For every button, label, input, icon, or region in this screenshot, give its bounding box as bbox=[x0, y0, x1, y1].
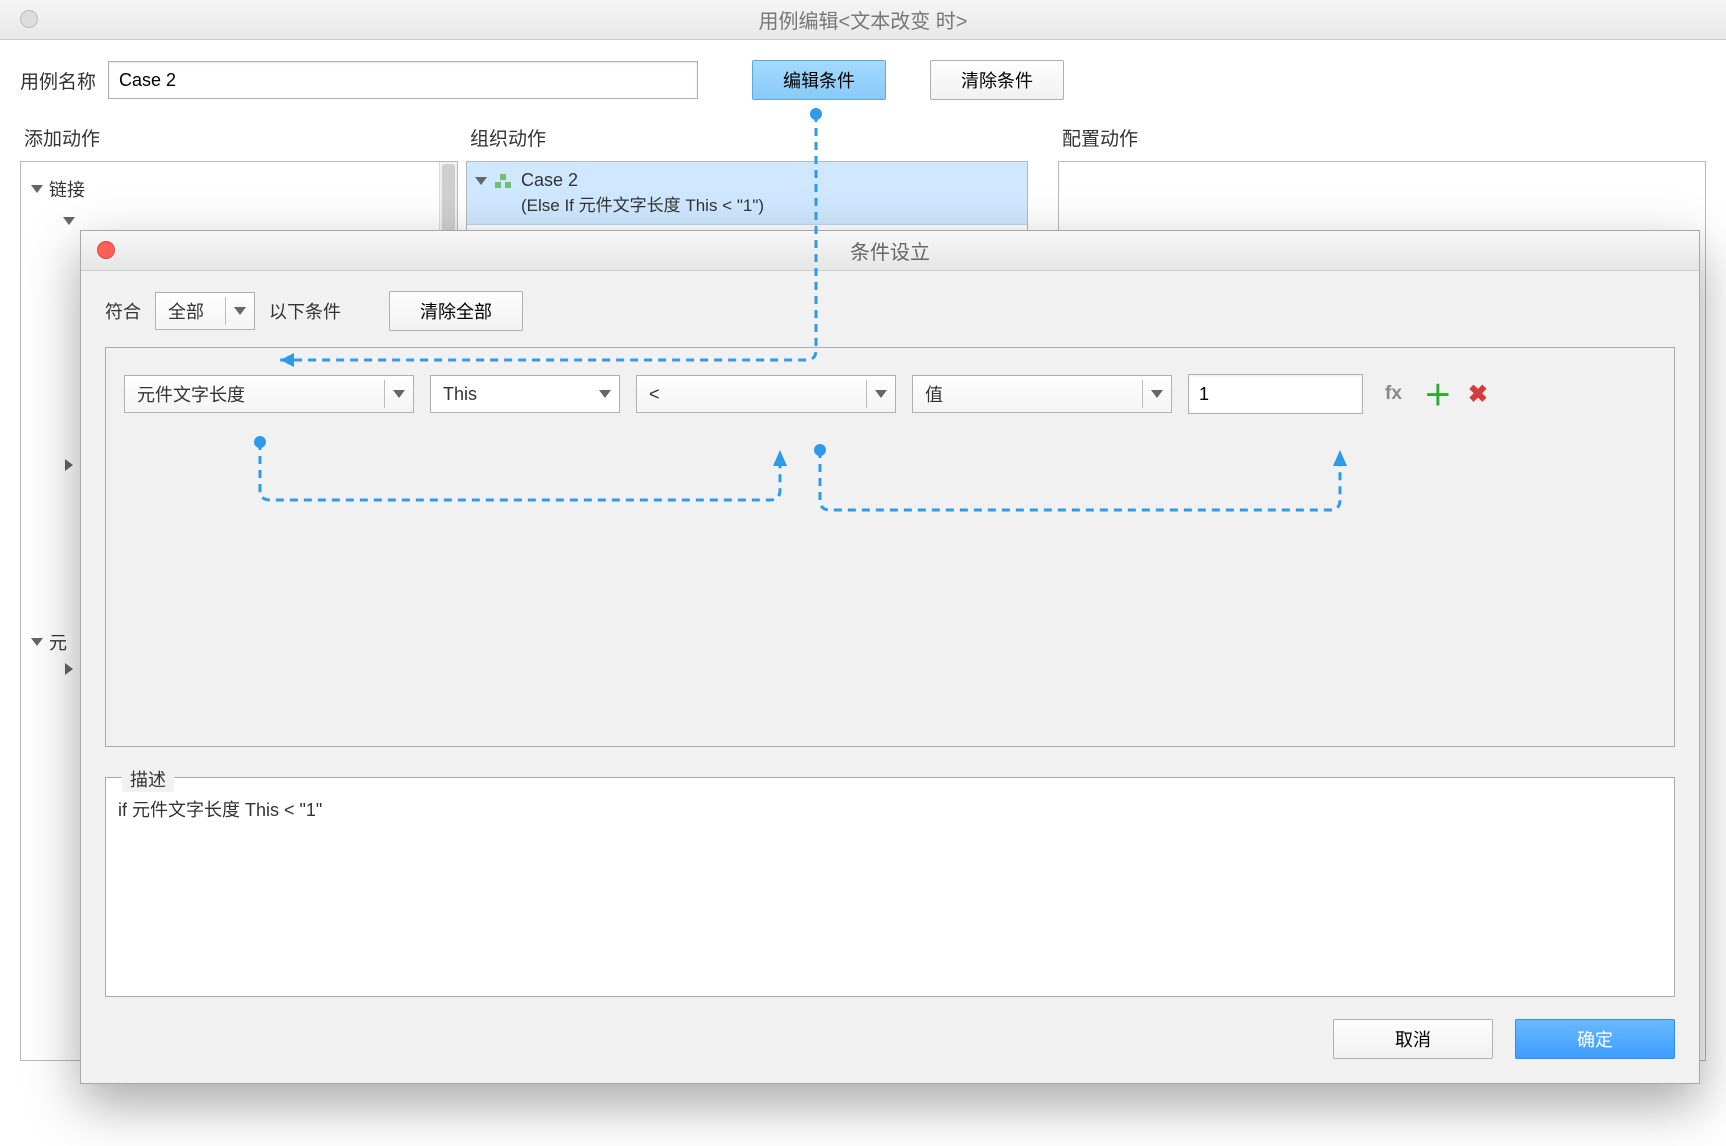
conditions-area: 元件文字长度 This < 值 fx ＋ ✖ bbox=[105, 347, 1675, 747]
chevron-down-icon bbox=[63, 217, 75, 225]
operator-value: < bbox=[649, 384, 660, 405]
match-dropdown[interactable]: 全部 bbox=[155, 292, 255, 330]
match-value: 全部 bbox=[168, 298, 204, 324]
chevron-down-icon bbox=[1151, 390, 1163, 398]
match-label: 符合 bbox=[105, 298, 141, 324]
case-editor-title: 用例编辑<文本改变 时> bbox=[759, 5, 968, 34]
delete-condition-icon[interactable]: ✖ bbox=[1468, 380, 1488, 409]
fx-button[interactable]: fx bbox=[1379, 383, 1408, 405]
rhs-type-dropdown[interactable]: 值 bbox=[912, 375, 1172, 413]
chevron-down-icon bbox=[599, 390, 611, 398]
chevron-down-icon bbox=[475, 177, 487, 185]
condition-title: 条件设立 bbox=[850, 236, 930, 265]
chevron-down-icon bbox=[234, 307, 246, 315]
add-action-title: 添加动作 bbox=[20, 124, 458, 151]
operator-dropdown[interactable]: < bbox=[636, 375, 896, 413]
rhs-value-input[interactable] bbox=[1188, 374, 1363, 414]
tree-label: 链接 bbox=[49, 176, 85, 202]
clear-condition-button[interactable]: 清除条件 bbox=[930, 60, 1064, 100]
case-name-label: 用例名称 bbox=[20, 67, 96, 94]
description-box: 描述 if 元件文字长度 This < "1" bbox=[105, 777, 1675, 997]
tree-label: 元 bbox=[49, 629, 67, 655]
chevron-down-icon bbox=[31, 638, 43, 646]
condition-type-dropdown[interactable]: 元件文字长度 bbox=[124, 375, 414, 413]
target-dropdown[interactable]: This bbox=[430, 375, 620, 413]
rhs-type-value: 值 bbox=[925, 381, 943, 407]
condition-dialog: 条件设立 符合 全部 以下条件 清除全部 元件文字长度 This bbox=[80, 230, 1700, 1084]
close-dot-icon[interactable] bbox=[20, 10, 38, 28]
description-legend: 描述 bbox=[122, 766, 174, 792]
condition-type-value: 元件文字长度 bbox=[137, 381, 245, 407]
condition-titlebar: 条件设立 bbox=[81, 231, 1699, 271]
case-node-subtext: (Else If 元件文字长度 This < "1") bbox=[477, 191, 1017, 216]
chevron-down-icon bbox=[393, 390, 405, 398]
case-node-name: Case 2 bbox=[521, 170, 578, 191]
tree-item-links[interactable]: 链接 bbox=[29, 172, 449, 206]
chevron-right-icon bbox=[65, 663, 73, 675]
chevron-right-icon bbox=[65, 459, 73, 471]
ok-button[interactable]: 确定 bbox=[1515, 1019, 1675, 1059]
add-condition-icon[interactable]: ＋ bbox=[1424, 374, 1452, 414]
case-node[interactable]: Case 2 (Else If 元件文字长度 This < "1") bbox=[467, 162, 1027, 225]
edit-condition-button[interactable]: 编辑条件 bbox=[752, 60, 886, 100]
chevron-down-icon bbox=[875, 390, 887, 398]
case-editor-titlebar: 用例编辑<文本改变 时> bbox=[0, 0, 1726, 40]
close-icon[interactable] bbox=[97, 241, 115, 259]
org-action-title: 组织动作 bbox=[466, 124, 1028, 151]
target-value: This bbox=[443, 384, 477, 405]
cancel-button[interactable]: 取消 bbox=[1333, 1019, 1493, 1059]
condition-row: 元件文字长度 This < 值 fx ＋ ✖ bbox=[124, 374, 1656, 414]
case-name-input[interactable] bbox=[108, 61, 698, 99]
description-text: if 元件文字长度 This < "1" bbox=[118, 796, 1662, 822]
tree-label bbox=[81, 210, 86, 231]
cfg-action-title: 配置动作 bbox=[1028, 124, 1706, 151]
following-label: 以下条件 bbox=[269, 298, 341, 324]
clear-all-button[interactable]: 清除全部 bbox=[389, 291, 523, 331]
flow-icon bbox=[495, 174, 511, 188]
chevron-down-icon bbox=[31, 185, 43, 193]
